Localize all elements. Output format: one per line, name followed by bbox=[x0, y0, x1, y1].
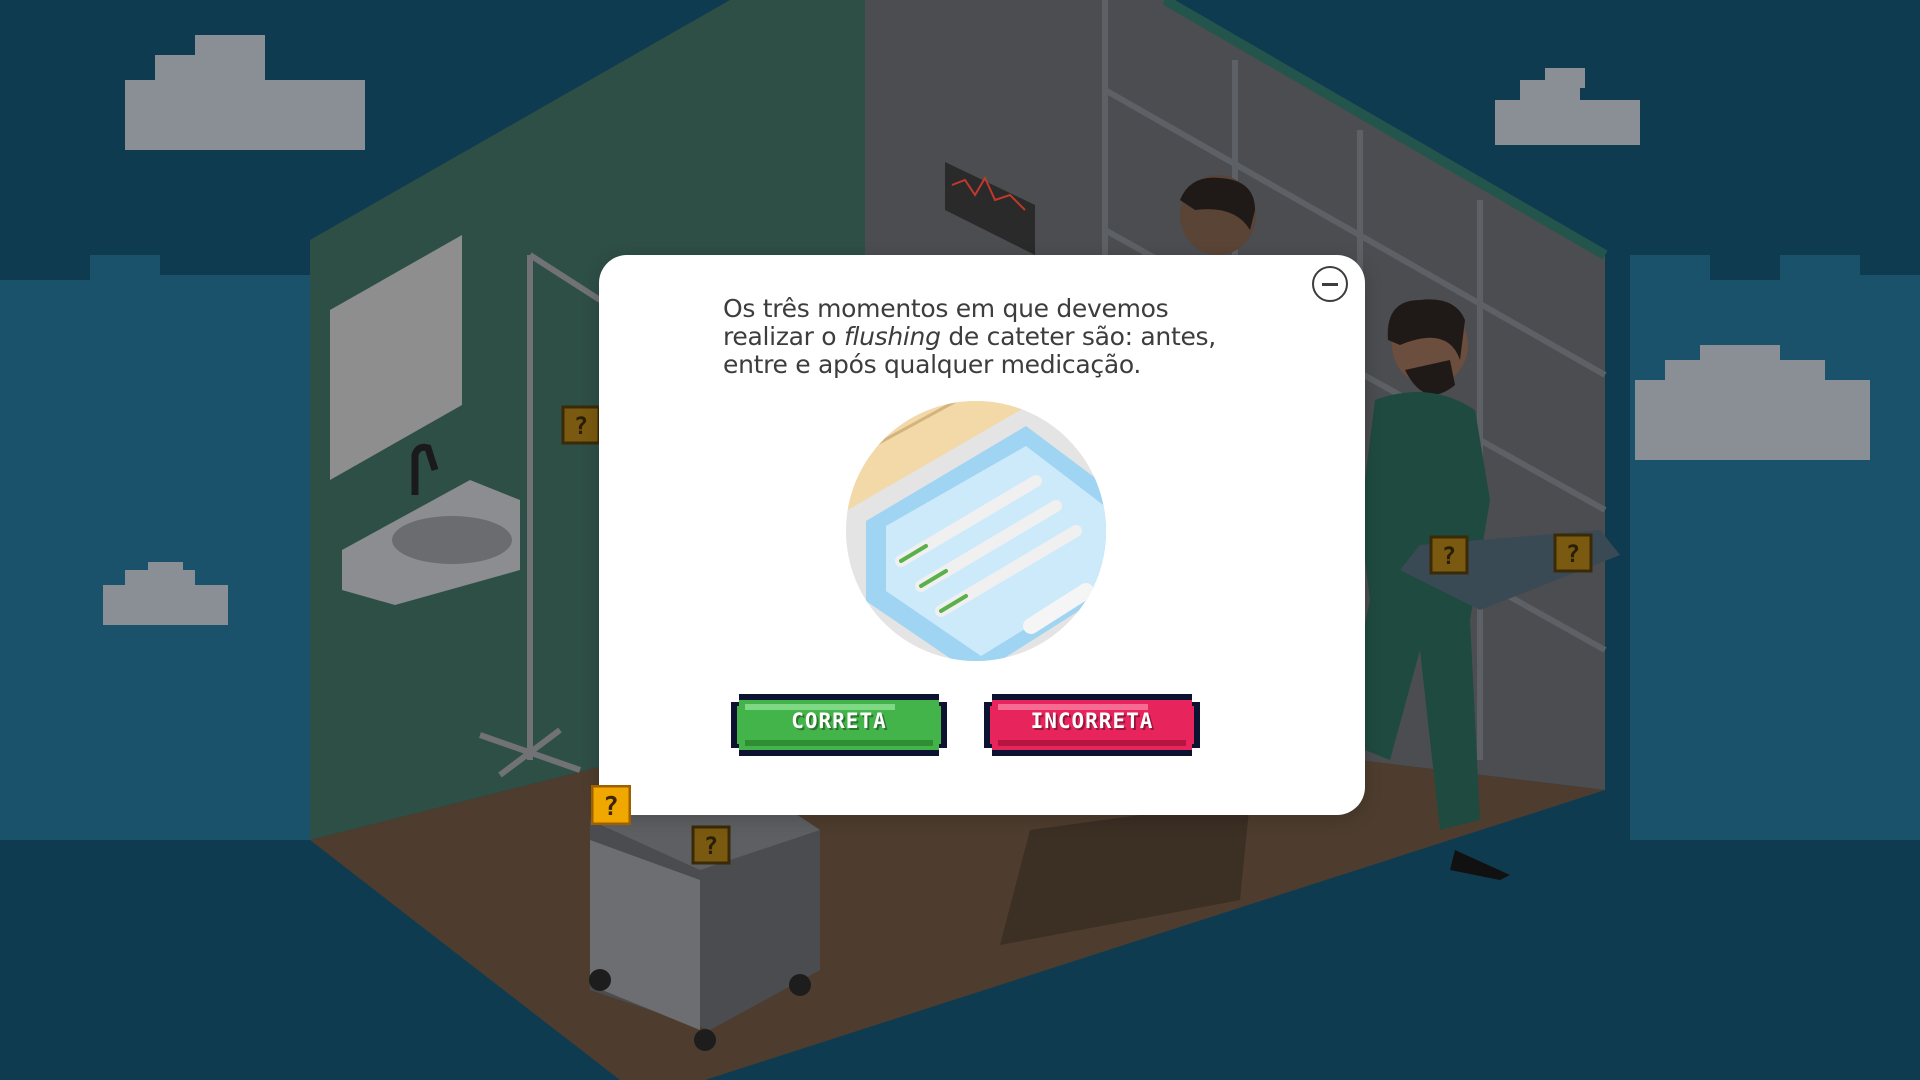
question-modal: Os três momentos em que devemos realizar… bbox=[591, 255, 1365, 825]
svg-text:?: ? bbox=[1566, 540, 1580, 568]
question-text: Os três momentos em que devemos realizar… bbox=[723, 295, 1243, 379]
question-block-icon[interactable]: ? bbox=[591, 785, 631, 825]
question-emphasis: flushing bbox=[843, 322, 941, 351]
minimize-button[interactable] bbox=[1312, 266, 1348, 302]
svg-text:?: ? bbox=[1442, 542, 1456, 570]
patient bbox=[1180, 175, 1256, 255]
minus-circle-icon bbox=[1322, 283, 1338, 286]
svg-text:?: ? bbox=[704, 832, 718, 860]
question-block-label: ? bbox=[603, 792, 619, 822]
syringes-on-tray-illustration bbox=[846, 401, 1106, 661]
incorrect-label: INCORRETA bbox=[1030, 709, 1154, 733]
correct-button[interactable]: CORRETA bbox=[731, 694, 947, 756]
svg-text:?: ? bbox=[574, 412, 588, 440]
correct-label: CORRETA bbox=[791, 709, 887, 733]
incorrect-button[interactable]: INCORRETA bbox=[984, 694, 1200, 756]
